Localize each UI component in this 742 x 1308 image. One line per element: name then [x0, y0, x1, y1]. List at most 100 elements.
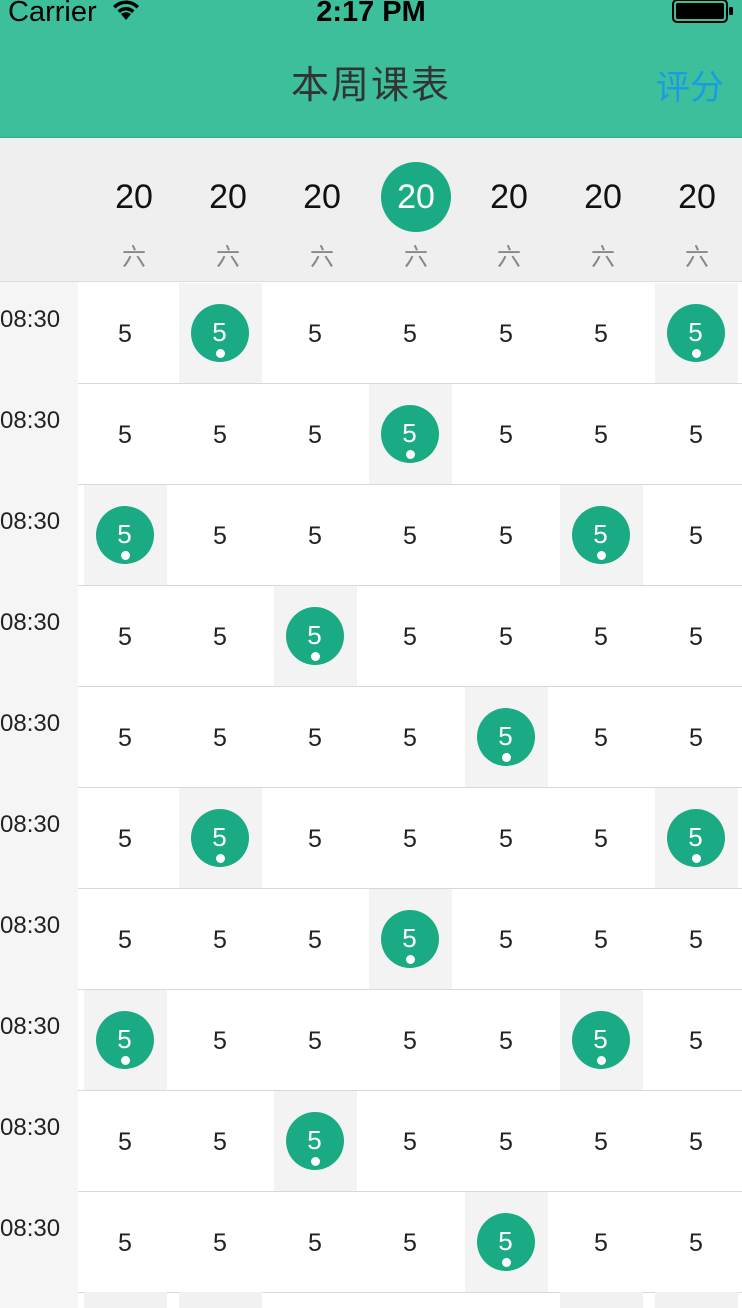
- schedule-cell[interactable]: 5: [83, 990, 167, 1090]
- cell-value: 5: [498, 1226, 513, 1256]
- selected-lesson-badge: 5: [380, 910, 439, 968]
- indicator-dot-icon: [501, 753, 511, 762]
- schedule-cell[interactable]: 5: [560, 384, 643, 484]
- schedule-cell[interactable]: 5: [179, 1192, 262, 1292]
- schedule-cell[interactable]: 5: [559, 990, 643, 1090]
- day-column[interactable]: 20 六: [181, 138, 275, 282]
- schedule-cell[interactable]: 5: [368, 384, 452, 484]
- cell-value: 5: [213, 1128, 227, 1156]
- schedule-cell[interactable]: 5: [655, 384, 738, 484]
- schedule-cell[interactable]: 5: [273, 586, 357, 686]
- schedule-cell[interactable]: 5: [465, 283, 548, 383]
- schedule-cell[interactable]: 5: [560, 283, 643, 383]
- schedule-cell[interactable]: 5: [369, 586, 452, 686]
- schedule-cell[interactable]: 5: [465, 586, 548, 686]
- cell-value: 5: [594, 825, 608, 853]
- schedule-cell[interactable]: 5: [560, 586, 643, 686]
- schedule-cell[interactable]: 5: [465, 1091, 548, 1191]
- cell-value: 5: [308, 724, 322, 752]
- schedule-cell[interactable]: 5: [464, 1192, 548, 1292]
- schedule-cell[interactable]: 5: [178, 283, 262, 383]
- schedule-cell[interactable]: 5: [84, 586, 167, 686]
- cell-value: 5: [403, 320, 417, 348]
- schedule-cell[interactable]: 5: [465, 788, 548, 888]
- schedule-cell[interactable]: 5: [179, 889, 262, 989]
- schedule-cell[interactable]: 5: [369, 485, 452, 585]
- schedule-cell[interactable]: 5: [560, 788, 643, 888]
- schedule-cell[interactable]: 5: [179, 485, 262, 585]
- schedule-cell[interactable]: 5: [560, 687, 643, 787]
- schedule-cell[interactable]: 5: [560, 1192, 643, 1292]
- indicator-dot-icon: [310, 1157, 320, 1166]
- cell-value: 5: [689, 1128, 703, 1156]
- schedule-cell[interactable]: 5: [84, 889, 167, 989]
- schedule-cell[interactable]: 5: [655, 687, 738, 787]
- schedule-cell[interactable]: 5: [369, 283, 452, 383]
- schedule-cell[interactable]: 5: [274, 283, 357, 383]
- schedule-cell[interactable]: 5: [84, 1192, 167, 1292]
- schedule-cell[interactable]: 5: [465, 485, 548, 585]
- cell-value: 5: [403, 623, 417, 651]
- schedule-cell[interactable]: 5: [369, 1091, 452, 1191]
- day-column[interactable]: 20 六: [87, 138, 181, 282]
- schedule-cell[interactable]: 5: [179, 586, 262, 686]
- schedule-cell[interactable]: 5: [84, 1091, 167, 1191]
- schedule-cell[interactable]: 5: [369, 788, 452, 888]
- schedule-cell[interactable]: 5: [464, 687, 548, 787]
- schedule-cell[interactable]: 5: [84, 687, 167, 787]
- schedule-cell[interactable]: 5: [369, 990, 452, 1090]
- schedule-cell[interactable]: 5: [559, 485, 643, 585]
- schedule-cell[interactable]: 5: [655, 1091, 738, 1191]
- rating-button[interactable]: 评分: [656, 66, 724, 110]
- schedule-cell[interactable]: 5: [465, 889, 548, 989]
- time-column: 08:30 08:30 08:30 08:30 08:30 08:30 08:30 08:30…: [0, 282, 78, 1308]
- schedule-cell[interactable]: 5: [84, 283, 167, 383]
- schedule-cell[interactable]: 5: [274, 1192, 357, 1292]
- schedule-cell[interactable]: 5: [465, 384, 548, 484]
- day-column[interactable]: 20 六: [556, 138, 650, 282]
- schedule-cell[interactable]: 5: [178, 788, 262, 888]
- schedule-cell[interactable]: 5: [84, 788, 167, 888]
- cell-value: 5: [118, 926, 132, 954]
- schedule-cell[interactable]: 5: [274, 485, 357, 585]
- cell-value: 5: [402, 418, 417, 448]
- day-column[interactable]: 20 六: [650, 138, 742, 282]
- schedule-cell[interactable]: 5: [560, 1091, 643, 1191]
- schedule-cell[interactable]: 5: [655, 990, 738, 1090]
- schedule-cell[interactable]: 5: [274, 990, 357, 1090]
- schedule-cell[interactable]: 5: [84, 384, 167, 484]
- schedule-cell[interactable]: 5: [83, 485, 167, 585]
- schedule-cell[interactable]: 5: [179, 384, 262, 484]
- day-date: 20: [381, 162, 451, 232]
- schedule-cell[interactable]: 5: [274, 384, 357, 484]
- day-column[interactable]: 20 六: [462, 138, 556, 282]
- schedule-cell[interactable]: 5: [369, 687, 452, 787]
- schedule-cell[interactable]: 5: [179, 687, 262, 787]
- indicator-dot-icon: [120, 551, 130, 560]
- schedule-cell[interactable]: 5: [273, 1091, 357, 1191]
- selected-lesson-badge: 5: [190, 809, 249, 867]
- cell-value: 5: [118, 623, 132, 651]
- schedule-cell[interactable]: 5: [655, 1192, 738, 1292]
- schedule-cell[interactable]: 5: [654, 788, 738, 888]
- day-column[interactable]: 20 六: [369, 138, 463, 282]
- schedule-cell[interactable]: 5: [274, 788, 357, 888]
- schedule-cell[interactable]: 5: [465, 990, 548, 1090]
- schedule-cell[interactable]: 5: [179, 990, 262, 1090]
- schedule-cell[interactable]: 5: [654, 283, 738, 383]
- schedule-cell[interactable]: 5: [274, 889, 357, 989]
- schedule-cell[interactable]: 5: [179, 1091, 262, 1191]
- schedule-cell[interactable]: 5: [274, 687, 357, 787]
- schedule-cell[interactable]: 5: [369, 1192, 452, 1292]
- cell-value: 5: [594, 724, 608, 752]
- schedule-cell[interactable]: 5: [655, 586, 738, 686]
- schedule-cell[interactable]: 5: [655, 889, 738, 989]
- schedule-cell[interactable]: 5: [560, 889, 643, 989]
- cell-value: 5: [308, 1027, 322, 1055]
- schedule-cell[interactable]: 5: [368, 889, 452, 989]
- day-column[interactable]: 20 六: [275, 138, 369, 282]
- indicator-dot-icon: [120, 1056, 130, 1065]
- schedule-cell[interactable]: 5: [655, 485, 738, 585]
- cell-value: 5: [403, 522, 417, 550]
- cell-value: 5: [212, 317, 227, 347]
